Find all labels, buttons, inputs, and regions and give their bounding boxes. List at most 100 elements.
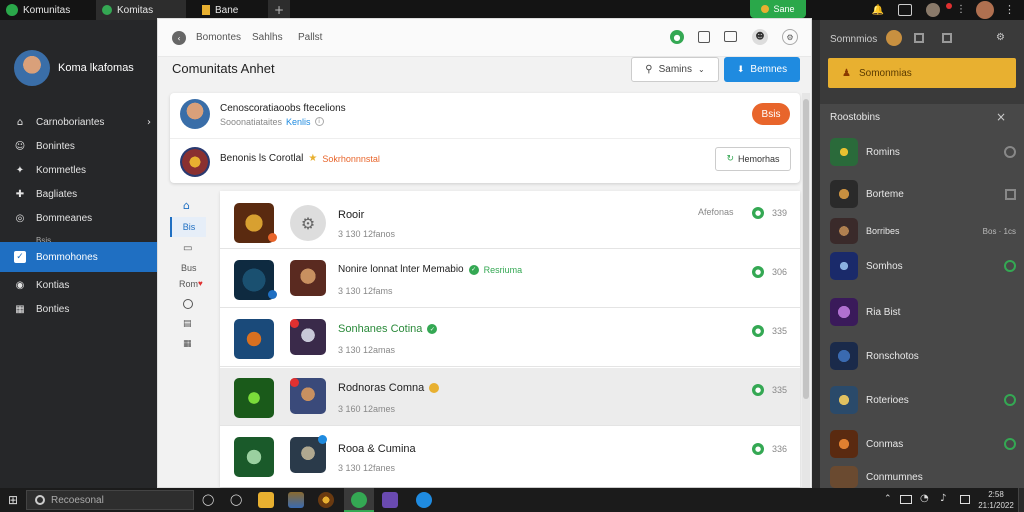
list-item-heading: Rodnoras Comna — [338, 382, 440, 394]
sidebar-item-explore[interactable]: ◎ Bommeanes — [0, 206, 157, 230]
primary-button[interactable]: ⬇ Bemnes — [724, 57, 800, 82]
sidebar-item-groups[interactable]: ✦ Kommetles — [0, 158, 157, 182]
mini-nav: ⌂ Bis ▭ Bus Rom ♥ ▤ ▦ — [170, 191, 208, 371]
scrollbar-track[interactable] — [802, 93, 810, 487]
right-list-item[interactable]: Ronschotos — [830, 338, 1020, 374]
home-icon[interactable]: ⌂ — [183, 199, 190, 212]
window-icon[interactable] — [898, 4, 912, 16]
notification-subtext: Sooonatiataites — [220, 117, 283, 127]
right-list-item[interactable]: Ria Bist — [830, 294, 1020, 330]
sidebar-item-label: Bommeanes — [36, 212, 93, 224]
right-list-item[interactable]: Borribes Bos · 1cs — [830, 218, 1020, 244]
header-tab-3[interactable]: Pallst — [298, 32, 322, 43]
sidebar-item-contacts[interactable]: ◉ Kontias — [0, 273, 157, 297]
people-icon: ☺ — [14, 140, 26, 152]
app-title-tab[interactable]: Komunitas — [0, 0, 90, 20]
square-icon[interactable] — [914, 33, 924, 43]
show-desktop-button[interactable] — [1018, 488, 1024, 512]
sidebar-item-friends[interactable]: ☺ Bonintes — [0, 134, 157, 158]
checkbox-icon[interactable] — [1005, 188, 1016, 200]
user-avatar[interactable] — [976, 1, 994, 19]
notification-avatar[interactable] — [180, 99, 210, 129]
app-logo-icon — [6, 4, 18, 16]
task-view-icon[interactable]: ◯ — [202, 493, 214, 506]
mini-nav-item[interactable]: Bus — [181, 263, 197, 273]
list-item[interactable]: Nonire lonnat lnter Memabio ✓ Resriuma 3… — [220, 250, 800, 308]
status-ring — [1004, 146, 1016, 158]
scrollbar-thumb[interactable] — [803, 99, 809, 399]
chevron-up-icon[interactable]: ⌃ — [884, 494, 892, 504]
community-app-icon[interactable] — [351, 492, 367, 508]
status-icon: ● — [752, 443, 764, 455]
sidebar-item-selected[interactable]: ✓ Bommohones — [0, 242, 157, 272]
sidebar-item-label: Kommetles — [36, 164, 87, 176]
mini-nav-item[interactable]: Bis — [170, 217, 206, 237]
list-item-count: 306 — [772, 267, 788, 277]
taskbar-clock[interactable]: 2:58 21:1/2022 — [976, 489, 1016, 511]
right-list-item[interactable]: Romins — [830, 134, 1020, 170]
right-list-item[interactable]: Conmas — [830, 426, 1020, 462]
right-list-item[interactable]: Somhos — [830, 248, 1020, 284]
right-list-item[interactable]: Roterioes — [830, 382, 1020, 418]
notification-secondary-button[interactable]: ↻ Hemorhas — [715, 147, 791, 171]
user-avatar[interactable] — [14, 50, 50, 86]
header-tab-1[interactable]: Bomontes — [196, 32, 241, 43]
list-item[interactable]: ⚙ Rooir 3 130 12fanos Afefonas ● 339 — [220, 191, 800, 249]
item-label: Borribes — [866, 226, 900, 236]
wifi-icon[interactable]: ◔ — [920, 493, 929, 504]
sort-dropdown[interactable]: ⚲ Samins ⌄ — [631, 57, 719, 82]
notification-action-button[interactable]: Bsis — [752, 103, 790, 125]
notification-icon[interactable]: 🔔 — [872, 4, 884, 16]
sync-badge[interactable]: Sane — [750, 0, 806, 18]
right-panel-heading: Roostobins — [830, 112, 881, 123]
right-list-item[interactable]: Borteme — [830, 176, 1020, 212]
sidebar-item-boards[interactable]: ▦ Bonties — [0, 297, 157, 321]
circle-icon[interactable] — [183, 299, 193, 309]
menu-dots-icon[interactable]: ⋮ — [956, 4, 966, 15]
volume-icon[interactable]: ♪ — [940, 493, 946, 504]
battery-icon[interactable] — [900, 495, 912, 504]
mini-nav-item[interactable]: Rom — [179, 279, 198, 289]
close-icon[interactable]: × — [996, 110, 1006, 124]
browser-tab-2[interactable]: Bane — [196, 0, 266, 20]
settings-icon[interactable]: ⚙ — [996, 32, 1005, 43]
user-avatar[interactable] — [886, 30, 902, 46]
list-item[interactable]: Sonhanes Cotina ✓ 3 130 12amas ● 335 — [220, 309, 800, 367]
overflow-menu-icon[interactable]: ⋮ — [1004, 3, 1015, 16]
list-item[interactable]: Rodnoras Comna 3 160 12ames ● 335 — [220, 368, 800, 426]
sidebar-item-games[interactable]: ✚ Bagliates — [0, 182, 157, 206]
keyboard-icon[interactable] — [960, 495, 970, 504]
sidebar-item-communities[interactable]: ⌂ Carnoboriantes › — [0, 110, 157, 134]
taskbar-search[interactable]: Recoesonal — [26, 490, 194, 510]
grid-icon[interactable]: ▦ — [183, 339, 192, 349]
highlight-button[interactable]: ♟ Somonmias — [828, 58, 1016, 88]
windows-start-icon[interactable]: ⊞ — [6, 493, 20, 507]
list-icon[interactable]: ▤ — [183, 319, 192, 329]
chat-icon[interactable]: ▭ — [183, 243, 192, 254]
list-item-heading: Nonire lonnat lnter Memabio ✓ Resriuma — [338, 264, 522, 275]
user-icon: ⚲ — [645, 64, 653, 75]
shield-icon[interactable] — [382, 492, 398, 508]
item-label: Conmas — [866, 438, 904, 450]
message-icon[interactable] — [724, 31, 737, 42]
settings-icon[interactable]: ⚙ — [782, 29, 798, 45]
app-icon[interactable] — [318, 492, 334, 508]
online-status-icon[interactable]: ● — [670, 30, 684, 44]
browser-icon[interactable] — [416, 492, 432, 508]
right-top-label[interactable]: Somnmios — [830, 34, 877, 45]
emoji-icon[interactable]: ☻ — [752, 29, 768, 45]
header-tab-2[interactable]: Sahlhs — [252, 32, 283, 43]
right-list-item[interactable]: Conmumnes — [830, 466, 1020, 488]
photos-icon[interactable] — [288, 492, 304, 508]
cortana-icon[interactable]: ◯ — [230, 493, 242, 506]
profile-avatar[interactable] — [926, 3, 940, 17]
list-item[interactable]: Rooa & Cumina 3 130 12fanes ● 336 — [220, 427, 800, 485]
square-icon[interactable] — [942, 33, 952, 43]
back-icon[interactable]: ‹ — [172, 31, 186, 45]
notification-avatar[interactable] — [180, 147, 210, 177]
file-explorer-icon[interactable] — [258, 492, 274, 508]
notification-link[interactable]: Kenlis — [286, 117, 311, 127]
book-icon[interactable] — [698, 31, 710, 43]
new-tab-button[interactable]: + — [268, 0, 290, 20]
browser-tab-1[interactable]: Komitas — [96, 0, 186, 20]
